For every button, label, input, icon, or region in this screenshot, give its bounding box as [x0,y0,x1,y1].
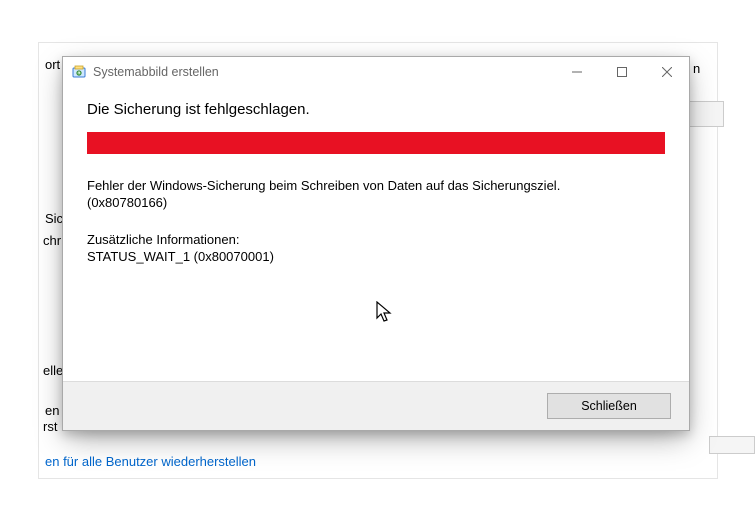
error-message-block: Fehler der Windows-Sicherung beim Schrei… [87,178,665,212]
bg-left-4: en [45,403,59,418]
minimize-icon [572,67,582,77]
bg-left-2: chr [43,233,61,248]
error-dialog: Systemabbild erstellen Die Sicherung ist… [62,56,690,431]
additional-info-label: Zusätzliche Informationen: [87,232,665,249]
maximize-button[interactable] [599,58,644,86]
bg-link-fragment[interactable]: en für alle Benutzer wiederherstellen [45,454,256,469]
bg-left-5: rst [43,419,57,434]
bg-left-1: Sic [45,211,63,226]
error-headline: Die Sicherung ist fehlgeschlagen. [87,101,665,118]
error-message-text: Fehler der Windows-Sicherung beim Schrei… [87,178,665,195]
bg-right-fragment: n [693,61,700,76]
additional-info-block: Zusätzliche Informationen: STATUS_WAIT_1… [87,232,665,266]
bg-left-3: elle [43,363,63,378]
close-icon [662,67,672,77]
backup-app-icon [71,64,87,80]
additional-info-detail: STATUS_WAIT_1 (0x80070001) [87,249,665,266]
close-button[interactable]: Schließen [547,393,671,419]
dialog-content: Die Sicherung ist fehlgeschlagen. Fehler… [63,87,689,266]
bg-button-ghost-2 [709,436,755,454]
dialog-footer: Schließen [63,381,689,430]
close-window-button[interactable] [644,58,689,86]
titlebar[interactable]: Systemabbild erstellen [63,57,689,87]
dialog-title: Systemabbild erstellen [93,65,219,79]
error-code-text: (0x80780166) [87,195,665,212]
minimize-button[interactable] [554,58,599,86]
bg-sort-fragment: ort [45,57,60,72]
maximize-icon [617,67,627,77]
error-progress-bar [87,132,665,154]
